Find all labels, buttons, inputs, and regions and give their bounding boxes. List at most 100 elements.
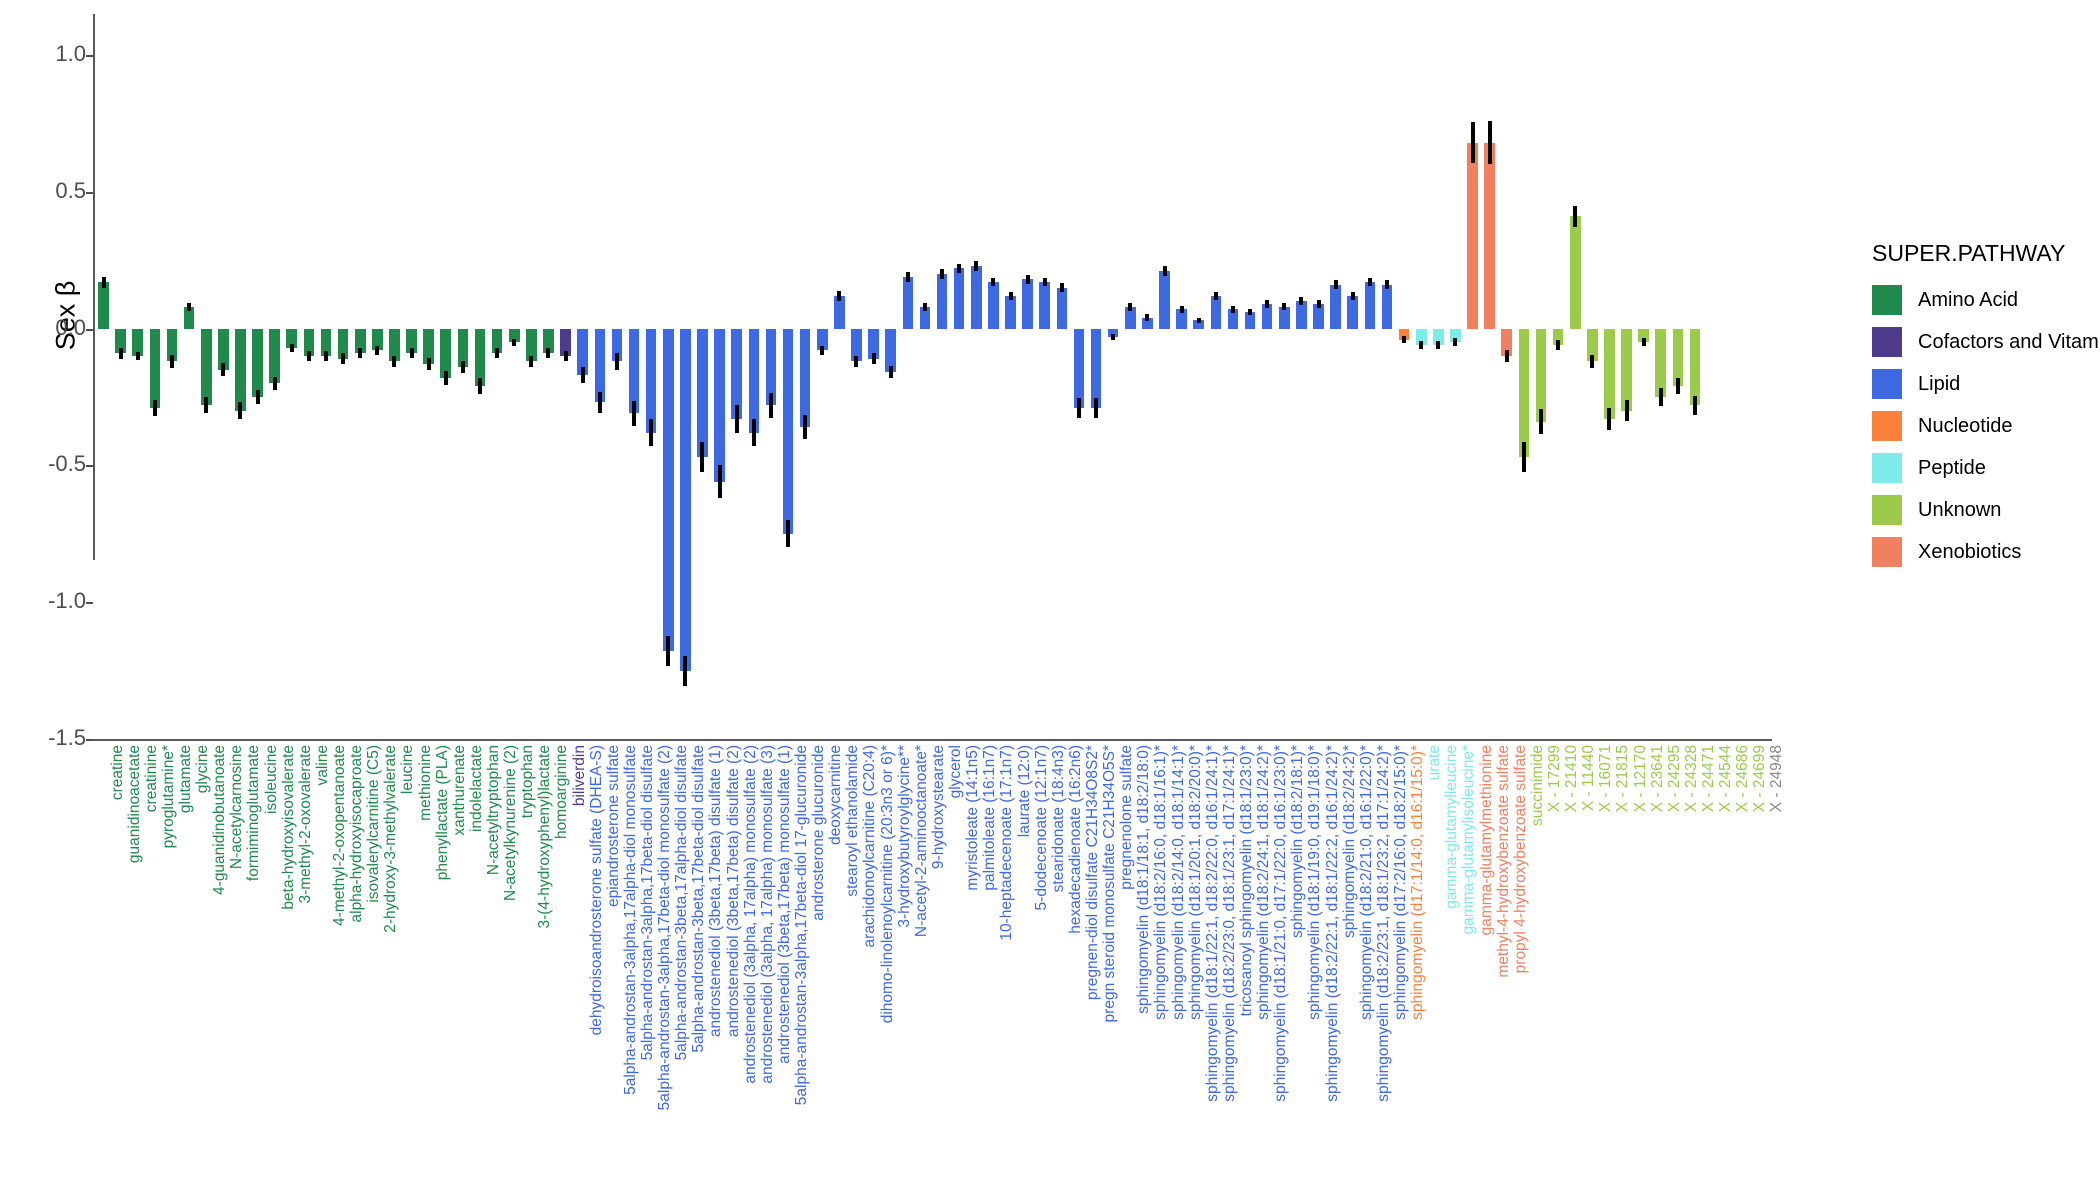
bar (782, 328, 794, 534)
bar (988, 282, 999, 329)
bar (1381, 284, 1393, 329)
bar (1467, 142, 1478, 329)
error-bar (580, 366, 585, 384)
error-bar (1059, 283, 1064, 292)
error-bar (529, 355, 534, 367)
x-tick-label: sphingomyelin (d18:2/24:1, d18:1/24:2)* (1255, 745, 1273, 1020)
bar (200, 328, 212, 406)
legend-item-label: Amino Acid (1918, 288, 2019, 311)
bar (1518, 328, 1530, 458)
bar (1484, 142, 1495, 329)
error-bar (1573, 205, 1578, 228)
x-tick-label: N-acetylcarnosine (228, 745, 246, 870)
x-tick-label: sphingomyelin (d18:2/18:1)* (1289, 745, 1307, 939)
error-bar (1094, 398, 1099, 418)
x-tick-label: 3-hydroxybutyroylglycine** (895, 745, 913, 928)
y-tick-mark (86, 55, 93, 58)
legend-item[interactable]: Peptide (1872, 451, 2100, 485)
bar (149, 328, 161, 408)
error-bar (1470, 122, 1475, 164)
error-bar (1487, 120, 1492, 165)
x-tick-label: tryptophan (519, 745, 537, 819)
error-bar (392, 355, 397, 367)
x-tick-label: tricosanoyl sphingomyelin (d18:1/23:0)* (1237, 745, 1255, 1017)
error-bar (1145, 314, 1150, 321)
error-bar (272, 376, 277, 391)
x-tick-label: X - 17299 (1545, 745, 1563, 813)
legend-item[interactable]: Xenobiotics (1872, 535, 2100, 569)
error-bar (1128, 302, 1133, 311)
error-bar (324, 351, 328, 361)
legend-item[interactable]: Unknown (1872, 493, 2100, 527)
bar (697, 328, 708, 458)
error-bar (1179, 305, 1184, 314)
bar (645, 328, 657, 433)
plot-area (95, 14, 1772, 739)
legend-color-swatch (1872, 411, 1902, 441)
error-bar (905, 271, 910, 282)
error-bar (837, 290, 842, 301)
error-bar (170, 354, 174, 369)
error-bar (1556, 340, 1561, 350)
bar (1210, 295, 1222, 329)
bar (1569, 216, 1581, 329)
error-bar (512, 339, 517, 346)
x-tick-label: 5alpha-androstan-3alpha,17beta-diol disu… (639, 745, 657, 1061)
error-bar (118, 347, 123, 359)
x-axis-line (93, 739, 1772, 741)
x-tick-label: glutamate (177, 745, 194, 814)
x-tick-label: androstenediol (3beta,17beta) disulfate … (724, 745, 742, 1038)
legend-item[interactable]: Lipid (1872, 367, 2100, 401)
x-tick-label: gamma-glutamylleucine (1443, 745, 1461, 909)
error-bar (1316, 300, 1321, 308)
error-bar (1538, 409, 1543, 434)
legend-color-swatch (1872, 495, 1902, 525)
x-tick-label: stearoyl ethanolamide (844, 745, 862, 897)
x-tick-label: androstenediol (3alpha, 17alpha) monosul… (758, 745, 776, 1084)
y-tick-label: -1.0 (48, 588, 86, 614)
error-bar (1350, 291, 1355, 300)
x-tick-label: dihomo-linolenoylcarnitine (20:3n3 or 6)… (878, 745, 896, 1024)
error-bar (888, 366, 893, 379)
error-bar (563, 351, 568, 361)
x-axis-labels: creatine guanidinoacetate creatinine pyrogl… (95, 745, 1786, 1197)
x-tick-label: isovalerylcarnitine (C5) (365, 745, 383, 903)
error-bar (1367, 277, 1372, 287)
x-tick-label: 10-heptadecenoate (17:1n7) (998, 745, 1016, 941)
y-tick-mark (86, 465, 93, 468)
error-bar (478, 378, 483, 394)
error-bar (1692, 395, 1697, 415)
y-tick-mark (86, 191, 93, 194)
error-bar (1008, 291, 1013, 300)
error-bar (1419, 340, 1424, 350)
error-bar (957, 263, 962, 274)
bar (1073, 328, 1085, 408)
x-tick-label: sphingomyelin (d18:2/23:0, d18:1/23:1, d… (1220, 745, 1238, 1102)
error-bar (306, 351, 311, 361)
x-tick-label: glycine (194, 745, 212, 794)
error-bar (632, 401, 637, 426)
x-tick-label: deoxycarnitine (827, 745, 845, 845)
legend: SUPER.PATHWAY Amino Acid Cofactors and Vi… (1872, 240, 2100, 577)
legend-color-swatch (1872, 369, 1902, 399)
error-bar (204, 397, 209, 414)
error-bar (358, 348, 363, 359)
x-tick-label: valine (313, 745, 331, 786)
x-tick-label: xanthurenate (450, 745, 468, 836)
error-bar (289, 343, 294, 352)
error-bar (1436, 340, 1441, 350)
legend-item[interactable]: Cofactors and Vitamins (1872, 325, 2100, 359)
x-tick-label: X - 21410 (1563, 745, 1581, 813)
x-tick-label: pregnenolone sulfate (1118, 745, 1136, 890)
error-bar (187, 302, 192, 311)
bar (98, 282, 109, 329)
error-bar (974, 260, 979, 271)
bar (834, 295, 845, 329)
legend-item[interactable]: Amino Acid (1872, 283, 2100, 317)
x-tick-label: stearidonate (18:4n3) (1049, 745, 1067, 893)
x-tick-label: hexadecadienoate (16:2n6) (1066, 745, 1084, 934)
x-tick-label: androstenediol (3beta,17beta) disulfate … (707, 745, 725, 1038)
x-tick-label: laurate (12:0) (1015, 745, 1033, 838)
legend-item[interactable]: Nucleotide (1872, 409, 2100, 443)
error-bar (597, 391, 602, 414)
